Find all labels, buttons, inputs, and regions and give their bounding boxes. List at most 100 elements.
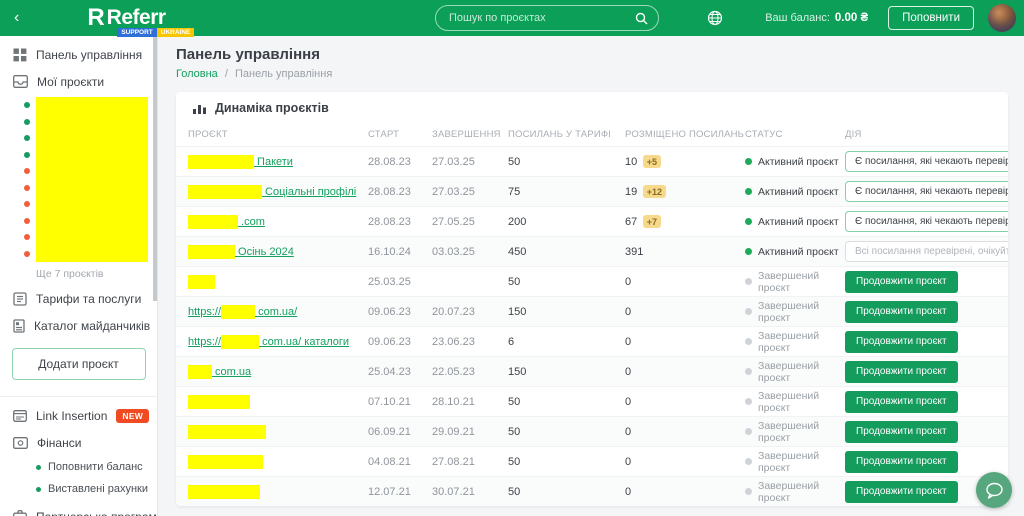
status-dot-icon xyxy=(745,458,752,465)
links-check-status-button[interactable]: Всі посилання перевірені, очікуйте нові xyxy=(845,241,1008,262)
sidebar-item-partner-program[interactable]: Партнерська програма xyxy=(0,508,157,516)
status-label: Завершений проєкт xyxy=(758,480,845,504)
sidebar-item-my-projects[interactable]: Мої проєкти xyxy=(0,73,157,90)
start-date: 06.09.21 xyxy=(368,426,432,438)
column-header: ДІЯ xyxy=(845,129,1008,140)
sidebar-project-item-redacted[interactable] xyxy=(0,213,157,230)
continue-project-button[interactable]: Продовжити проєкт xyxy=(845,301,958,323)
sidebar-subitem-finances[interactable]: Виставлені рахунки xyxy=(36,483,157,495)
page-title: Панель управління xyxy=(176,46,1008,63)
project-link[interactable]: com.ua/ каталоги xyxy=(259,336,349,348)
projects-dynamics-card: Динаміка проєктів ПРОЄКТСТАРТЗАВЕРШЕННЯП… xyxy=(176,92,1008,506)
links-in-tariff: 150 xyxy=(508,366,625,378)
redacted-text xyxy=(188,155,254,169)
continue-project-button[interactable]: Продовжити проєкт xyxy=(845,451,958,473)
continue-project-button[interactable]: Продовжити проєкт xyxy=(845,481,958,503)
breadcrumb-home-link[interactable]: Головна xyxy=(176,68,218,80)
table-row: Соціальні профілі28.08.2327.03.257519+12… xyxy=(176,176,1008,206)
continue-project-button[interactable]: Продовжити проєкт xyxy=(845,361,958,383)
sidebar-item-finances[interactable]: Фінанси xyxy=(0,434,157,451)
language-globe-icon[interactable] xyxy=(707,10,723,26)
project-link[interactable]: Осінь 2024 xyxy=(235,246,294,258)
project-link-prefix[interactable]: https:// xyxy=(188,336,221,348)
links-check-status-button[interactable]: Є посилання, які чекають перевірки xyxy=(845,211,1008,232)
status-dot-icon xyxy=(745,158,752,165)
redacted-text xyxy=(188,395,250,409)
start-date: 25.03.25 xyxy=(368,276,432,288)
links-check-status-button[interactable]: Є посилання, які чекають перевірки xyxy=(845,151,1008,172)
sidebar-project-item-redacted[interactable] xyxy=(0,246,157,263)
project-search[interactable] xyxy=(435,5,659,31)
more-projects-link[interactable]: Ще 7 проєктів xyxy=(36,268,157,280)
project-link[interactable]: .com xyxy=(238,216,265,228)
end-date: 27.08.21 xyxy=(432,456,508,468)
project-link[interactable]: Соціальні профілі xyxy=(262,186,356,198)
sidebar-project-item-redacted[interactable] xyxy=(0,97,157,114)
sidebar-subitem-finances[interactable]: Поповнити баланс xyxy=(36,461,157,473)
sidebar-item-catalog[interactable]: Каталог майданчиків +4486 xyxy=(0,317,157,334)
app-logo[interactable]: R Referr SUPPORT UKRAINE xyxy=(87,0,165,36)
project-link[interactable]: Пакети xyxy=(254,156,293,168)
sidebar-project-item-redacted[interactable] xyxy=(0,130,157,147)
table-row: https:// com.ua/ каталоги09.06.2323.06.2… xyxy=(176,326,1008,356)
inbox-icon xyxy=(13,75,28,88)
table-row: 12.07.2130.07.21500Завершений проєктПрод… xyxy=(176,476,1008,506)
redacted-project-name xyxy=(36,163,148,180)
topup-button[interactable]: Поповнити xyxy=(888,6,974,30)
status-label: Завершений проєкт xyxy=(758,270,845,294)
table-row: com.ua25.04.2322.05.231500Завершений про… xyxy=(176,356,1008,386)
action-cell: Є посилання, які чекають перевірки xyxy=(845,181,1008,202)
links-in-tariff: 50 xyxy=(508,426,625,438)
continue-project-button[interactable]: Продовжити проєкт xyxy=(845,271,958,293)
sidebar-item-tariffs[interactable]: Тарифи та послуги xyxy=(0,290,157,307)
status-dot-icon xyxy=(745,188,752,195)
table-header-row: ПРОЄКТСТАРТЗАВЕРШЕННЯПОСИЛАНЬ У ТАРИФІРО… xyxy=(176,122,1008,146)
sidebar-item-dashboard[interactable]: Панель управління xyxy=(0,46,157,63)
sidebar-project-item-redacted[interactable] xyxy=(0,180,157,197)
status-cell: Завершений проєкт xyxy=(745,420,845,444)
status-cell: Завершений проєкт xyxy=(745,360,845,384)
user-avatar[interactable] xyxy=(988,4,1016,32)
action-cell: Всі посилання перевірені, очікуйте нові xyxy=(845,241,1008,262)
sidebar-collapse-icon[interactable]: ‹ xyxy=(14,10,19,26)
project-name-cell xyxy=(188,275,368,289)
project-link[interactable]: com.ua/ xyxy=(255,306,297,318)
chat-widget-button[interactable] xyxy=(976,472,1012,508)
top-bar: ‹ R Referr SUPPORT UKRAINE Ваш баланс: 0… xyxy=(0,0,1024,36)
action-cell: Продовжити проєкт xyxy=(845,271,1008,293)
redacted-text xyxy=(188,425,266,439)
continue-project-button[interactable]: Продовжити проєкт xyxy=(845,331,958,353)
redacted-text xyxy=(188,215,238,229)
sidebar-project-item-redacted[interactable] xyxy=(0,114,157,131)
sidebar-scrollbar[interactable] xyxy=(153,36,157,301)
add-project-button[interactable]: Додати проєкт xyxy=(12,348,146,380)
start-date: 09.06.23 xyxy=(368,336,432,348)
search-input[interactable] xyxy=(436,12,635,24)
bullet-icon xyxy=(36,465,41,470)
end-date: 22.05.23 xyxy=(432,366,508,378)
continue-project-button[interactable]: Продовжити проєкт xyxy=(845,421,958,443)
search-icon[interactable] xyxy=(635,12,648,25)
redacted-text xyxy=(188,185,262,199)
green-bullet-icon xyxy=(24,102,30,108)
sidebar-project-item-redacted[interactable] xyxy=(0,147,157,164)
sidebar-divider xyxy=(0,396,157,397)
briefcase-icon xyxy=(13,510,27,516)
sidebar-project-item-redacted[interactable] xyxy=(0,196,157,213)
table-row: 07.10.2128.10.21500Завершений проєктПрод… xyxy=(176,386,1008,416)
table-row: .com28.08.2327.05.2520067+7Активний проє… xyxy=(176,206,1008,236)
project-link-prefix[interactable]: https:// xyxy=(188,306,221,318)
status-cell: Активний проєкт xyxy=(745,186,845,198)
sidebar-project-item-redacted[interactable] xyxy=(0,229,157,246)
sidebar-project-item-redacted[interactable] xyxy=(0,163,157,180)
column-header: ПРОЄКТ xyxy=(188,129,368,140)
status-cell: Завершений проєкт xyxy=(745,480,845,504)
redacted-text xyxy=(188,275,215,289)
column-header: СТАРТ xyxy=(368,129,432,140)
sidebar-item-link-insertion[interactable]: Link Insertion NEW xyxy=(0,407,157,424)
project-link[interactable]: com.ua xyxy=(212,366,251,378)
links-check-status-button[interactable]: Є посилання, які чекають перевірки xyxy=(845,181,1008,202)
status-cell: Завершений проєкт xyxy=(745,300,845,324)
links-placed: 0 xyxy=(625,336,745,348)
continue-project-button[interactable]: Продовжити проєкт xyxy=(845,391,958,413)
